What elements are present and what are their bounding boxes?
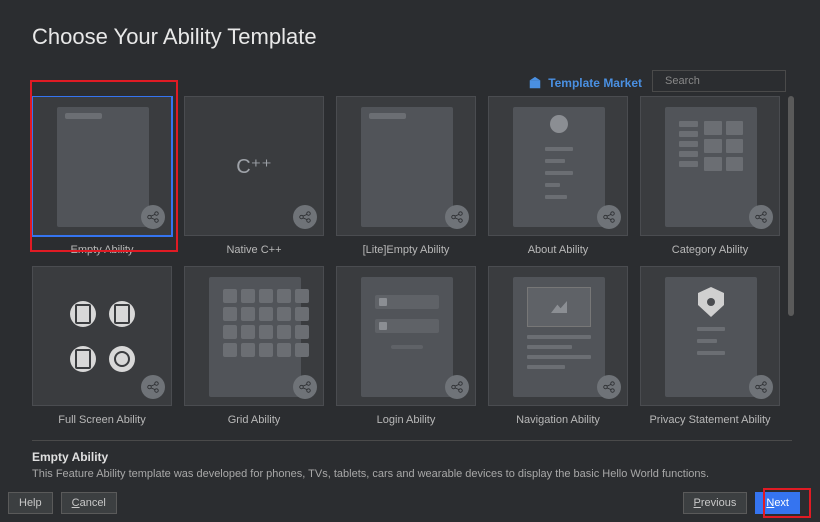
template-thumb	[32, 266, 172, 406]
share-icon	[141, 205, 165, 229]
share-icon	[293, 375, 317, 399]
template-thumb	[184, 266, 324, 406]
template-label: Privacy Statement Ability	[649, 414, 770, 426]
template-card-category-ability[interactable]: Category Ability	[640, 96, 780, 256]
template-label: Full Screen Ability	[58, 414, 145, 426]
previous-button[interactable]: Previous	[683, 492, 748, 514]
scrollbar[interactable]	[788, 96, 794, 316]
market-icon	[528, 76, 542, 90]
template-label: [Lite]Empty Ability	[363, 244, 450, 256]
share-icon	[749, 375, 773, 399]
cpp-icon: C⁺⁺	[236, 154, 272, 179]
template-label: Login Ability	[377, 414, 436, 426]
template-thumb: C⁺⁺	[184, 96, 324, 236]
template-card-full-screen-ability[interactable]: Full Screen Ability	[32, 266, 172, 426]
template-market-link[interactable]: Template Market	[528, 76, 642, 90]
share-icon	[597, 375, 621, 399]
shield-icon	[698, 287, 724, 317]
template-label: About Ability	[528, 244, 589, 256]
template-card-privacy-statement-ability[interactable]: Privacy Statement Ability	[640, 266, 780, 426]
template-thumb	[336, 96, 476, 236]
share-icon	[749, 205, 773, 229]
template-label: Grid Ability	[228, 414, 281, 426]
template-card-empty-ability[interactable]: Empty Ability	[32, 96, 172, 256]
description-title: Empty Ability	[32, 450, 792, 464]
share-icon	[445, 375, 469, 399]
template-label: Native C++	[226, 244, 281, 256]
share-icon	[597, 205, 621, 229]
template-thumb	[336, 266, 476, 406]
template-card-about-ability[interactable]: About Ability	[488, 96, 628, 256]
template-card-grid-ability[interactable]: Grid Ability	[184, 266, 324, 426]
template-thumb	[488, 96, 628, 236]
template-grid: Empty Ability C⁺⁺ Native C++ [Lite]Empty…	[32, 96, 796, 436]
description-panel: Empty Ability This Feature Ability templ…	[32, 450, 792, 480]
template-card-native-cpp[interactable]: C⁺⁺ Native C++	[184, 96, 324, 256]
help-button[interactable]: Help	[8, 492, 53, 514]
divider	[32, 440, 792, 441]
description-text: This Feature Ability template was develo…	[32, 468, 792, 480]
template-thumb	[640, 266, 780, 406]
template-market-label: Template Market	[548, 76, 642, 90]
footer: Help Cancel Previous Next	[0, 486, 820, 514]
template-thumb	[32, 96, 172, 236]
share-icon	[293, 205, 317, 229]
template-label: Navigation Ability	[516, 414, 600, 426]
search-input[interactable]	[659, 74, 809, 88]
share-icon	[141, 375, 165, 399]
template-thumb	[640, 96, 780, 236]
template-card-lite-empty-ability[interactable]: [Lite]Empty Ability	[336, 96, 476, 256]
cancel-button[interactable]: Cancel	[61, 492, 117, 514]
next-button[interactable]: Next	[755, 492, 800, 514]
template-card-login-ability[interactable]: Login Ability	[336, 266, 476, 426]
template-card-navigation-ability[interactable]: Navigation Ability	[488, 266, 628, 426]
share-icon	[445, 205, 469, 229]
search-input-wrapper[interactable]	[652, 70, 786, 92]
page-title: Choose Your Ability Template	[32, 24, 317, 50]
template-label: Category Ability	[672, 244, 748, 256]
template-label: Empty Ability	[71, 244, 134, 256]
template-thumb	[488, 266, 628, 406]
